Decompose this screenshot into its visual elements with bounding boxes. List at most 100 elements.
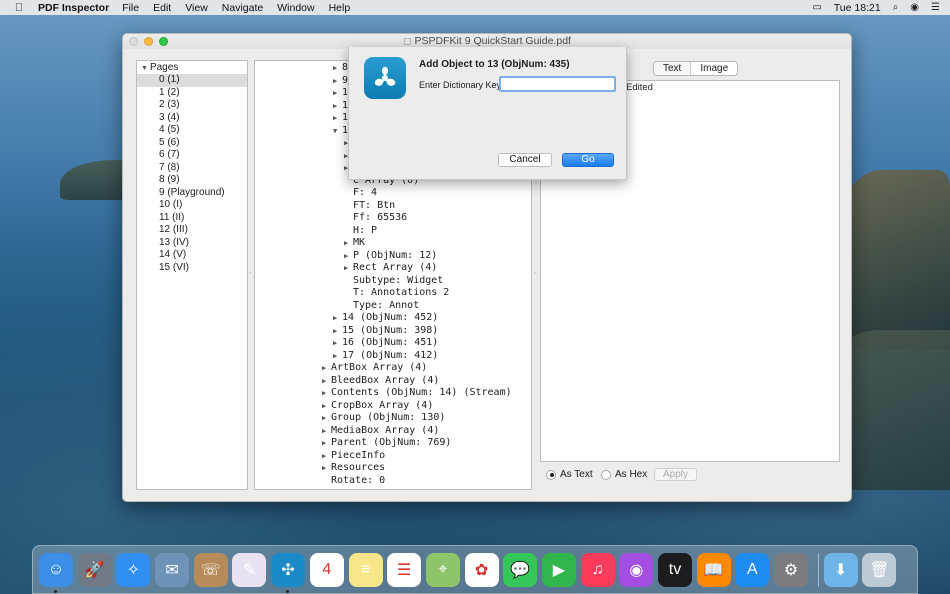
apple-icon[interactable]: 	[12, 2, 26, 14]
disclosure-collapsed-icon[interactable]: ▶	[333, 62, 342, 75]
page-item[interactable]: 0 (1)	[159, 74, 180, 87]
facetime-icon[interactable]: ▶	[541, 552, 576, 587]
music-icon[interactable]: ♫	[580, 552, 615, 587]
tree-row[interactable]: H: P	[344, 225, 377, 238]
dictionary-key-input[interactable]	[499, 76, 616, 92]
page-item[interactable]: 4 (5)	[159, 124, 180, 137]
menubar-clock[interactable]: Tue 18:21	[834, 2, 881, 14]
page-item[interactable]: 12 (III)	[159, 224, 188, 237]
tree-row[interactable]: ▶ Parent (ObjNum: 769)	[322, 437, 451, 450]
disclosure-collapsed-icon[interactable]: ▶	[322, 450, 331, 463]
menu-file[interactable]: File	[122, 2, 139, 14]
menu-help[interactable]: Help	[329, 2, 351, 14]
tree-row[interactable]: T: Annotations 2	[344, 287, 449, 300]
menu-edit[interactable]: Edit	[153, 2, 171, 14]
disclosure-collapsed-icon[interactable]: ▶	[322, 462, 331, 475]
apply-button[interactable]: Apply	[654, 468, 697, 481]
tree-row[interactable]: ▶ Group (ObjNum: 130)	[322, 412, 445, 425]
disclosure-collapsed-icon[interactable]: ▶	[333, 100, 342, 113]
books-icon[interactable]: 📖	[696, 552, 731, 587]
launchpad-icon[interactable]: 🚀	[77, 552, 112, 587]
reminders-icon[interactable]: ☰	[387, 552, 422, 587]
disclosure-collapsed-icon[interactable]: ▶	[322, 425, 331, 438]
tree-row[interactable]: ▶ MK	[344, 237, 365, 250]
pdf-inspector-icon[interactable]: ✣	[271, 552, 306, 593]
page-item[interactable]: 2 (3)	[159, 99, 180, 112]
disclosure-expanded-icon[interactable]: ▼	[141, 65, 148, 72]
disclosure-collapsed-icon[interactable]: ▶	[333, 350, 342, 363]
tree-row[interactable]: ▶ BleedBox Array (4)	[322, 375, 439, 388]
tree-row[interactable]: Ff: 65536	[344, 212, 407, 225]
disclosure-collapsed-icon[interactable]: ▶	[344, 250, 353, 263]
page-item[interactable]: 3 (4)	[159, 112, 180, 125]
tab-text[interactable]: Text	[654, 62, 692, 75]
page-item[interactable]: 5 (6)	[159, 137, 180, 150]
page-item[interactable]: 13 (IV)	[159, 237, 189, 250]
tree-row[interactable]: FT: Btn	[344, 200, 395, 213]
siri-icon[interactable]: ◉	[910, 2, 919, 13]
disclosure-collapsed-icon[interactable]: ▶	[333, 112, 342, 125]
tree-row[interactable]: ▶ 9	[333, 75, 348, 88]
disclosure-collapsed-icon[interactable]: ▶	[344, 262, 353, 275]
disclosure-collapsed-icon[interactable]: ▶	[322, 400, 331, 413]
pages-outline[interactable]: ▼ Pages 0 (1) 1 (2) 2 (3) 3 (4) 4 (5) 5 (6) 6 (…	[136, 60, 248, 490]
menu-window[interactable]: Window	[277, 2, 314, 14]
tree-row[interactable]: Subtype: Widget	[344, 275, 443, 288]
disclosure-collapsed-icon[interactable]: ▶	[322, 412, 331, 425]
disclosure-collapsed-icon[interactable]: ▶	[333, 75, 342, 88]
downloads-folder-icon[interactable]: ⬇	[823, 552, 858, 587]
menu-view[interactable]: View	[185, 2, 208, 14]
tree-row[interactable]: ▶ Contents (ObjNum: 14) (Stream)	[322, 387, 512, 400]
contacts-icon[interactable]: ☏	[193, 552, 228, 587]
go-button[interactable]: Go	[562, 153, 614, 167]
split-handle-left[interactable]: ◦	[249, 270, 251, 277]
tree-row[interactable]: ▶ ArtBox Array (4)	[322, 362, 427, 375]
app-store-icon[interactable]: A	[735, 552, 770, 587]
tree-row[interactable]: F: 4	[344, 187, 377, 200]
disclosure-collapsed-icon[interactable]: ▶	[333, 337, 342, 350]
radio-as-text-circle[interactable]	[546, 469, 556, 480]
page-item[interactable]: 8 (9)	[159, 174, 180, 187]
notes-icon[interactable]: ≡	[348, 552, 383, 587]
page-item[interactable]: 15 (VI)	[159, 262, 189, 275]
tree-row[interactable]: ▶ CropBox Array (4)	[322, 400, 433, 413]
tree-row[interactable]: ▶ MediaBox Array (4)	[322, 425, 439, 438]
split-handle-right[interactable]: ◦	[534, 270, 536, 277]
page-item[interactable]: 9 (Playground)	[159, 187, 225, 200]
page-item[interactable]: 1 (2)	[159, 87, 180, 100]
tab-image[interactable]: Image	[691, 62, 737, 75]
photos-icon[interactable]: ✿	[464, 552, 499, 587]
tree-row[interactable]: ▶ 16 (ObjNum: 451)	[333, 337, 438, 350]
tree-row[interactable]: ▶ Resources	[322, 462, 385, 475]
radio-as-hex-circle[interactable]	[601, 469, 611, 480]
disclosure-collapsed-icon[interactable]: ▶	[333, 325, 342, 338]
menu-app-name[interactable]: PDF Inspector	[38, 2, 109, 14]
disclosure-expanded-icon[interactable]: ▼	[333, 125, 342, 138]
display-icon[interactable]: ▭	[812, 2, 821, 13]
maps-icon[interactable]: ⌖	[425, 552, 460, 587]
mail-bird-icon[interactable]: ✉	[155, 552, 190, 587]
radio-as-text[interactable]: As Text	[546, 469, 593, 480]
disclosure-collapsed-icon[interactable]: ▶	[322, 375, 331, 388]
disclosure-collapsed-icon[interactable]: ▶	[333, 312, 342, 325]
system-preferences-icon[interactable]: ⚙	[774, 552, 809, 587]
messages-icon[interactable]: 💬	[503, 552, 538, 587]
apple-tv-icon[interactable]: tv	[658, 552, 692, 587]
safari-icon[interactable]: ✧	[116, 552, 151, 587]
disclosure-collapsed-icon[interactable]: ▶	[322, 437, 331, 450]
page-item[interactable]: 14 (V)	[159, 249, 186, 262]
control-center-icon[interactable]: ☰	[931, 2, 940, 13]
disclosure-collapsed-icon[interactable]: ▶	[322, 387, 331, 400]
tree-row[interactable]: Type: Annot	[344, 300, 419, 313]
tree-row[interactable]: ▶ 14 (ObjNum: 452)	[333, 312, 438, 325]
tree-row[interactable]: ▶ P (ObjNum: 12)	[344, 250, 437, 263]
page-item[interactable]: 11 (II)	[159, 212, 184, 225]
search-icon[interactable]: ⌕	[893, 2, 899, 13]
tree-row[interactable]: ▶ 15 (ObjNum: 398)	[333, 325, 438, 338]
tree-row[interactable]: ▶ 8	[333, 62, 348, 75]
tree-row[interactable]: Rotate: 0	[322, 475, 385, 488]
disclosure-collapsed-icon[interactable]: ▶	[333, 87, 342, 100]
trash-icon[interactable]: 🗑	[862, 552, 897, 587]
page-item[interactable]: 7 (8)	[159, 162, 180, 175]
tree-row[interactable]: ▶ 17 (ObjNum: 412)	[333, 350, 438, 363]
